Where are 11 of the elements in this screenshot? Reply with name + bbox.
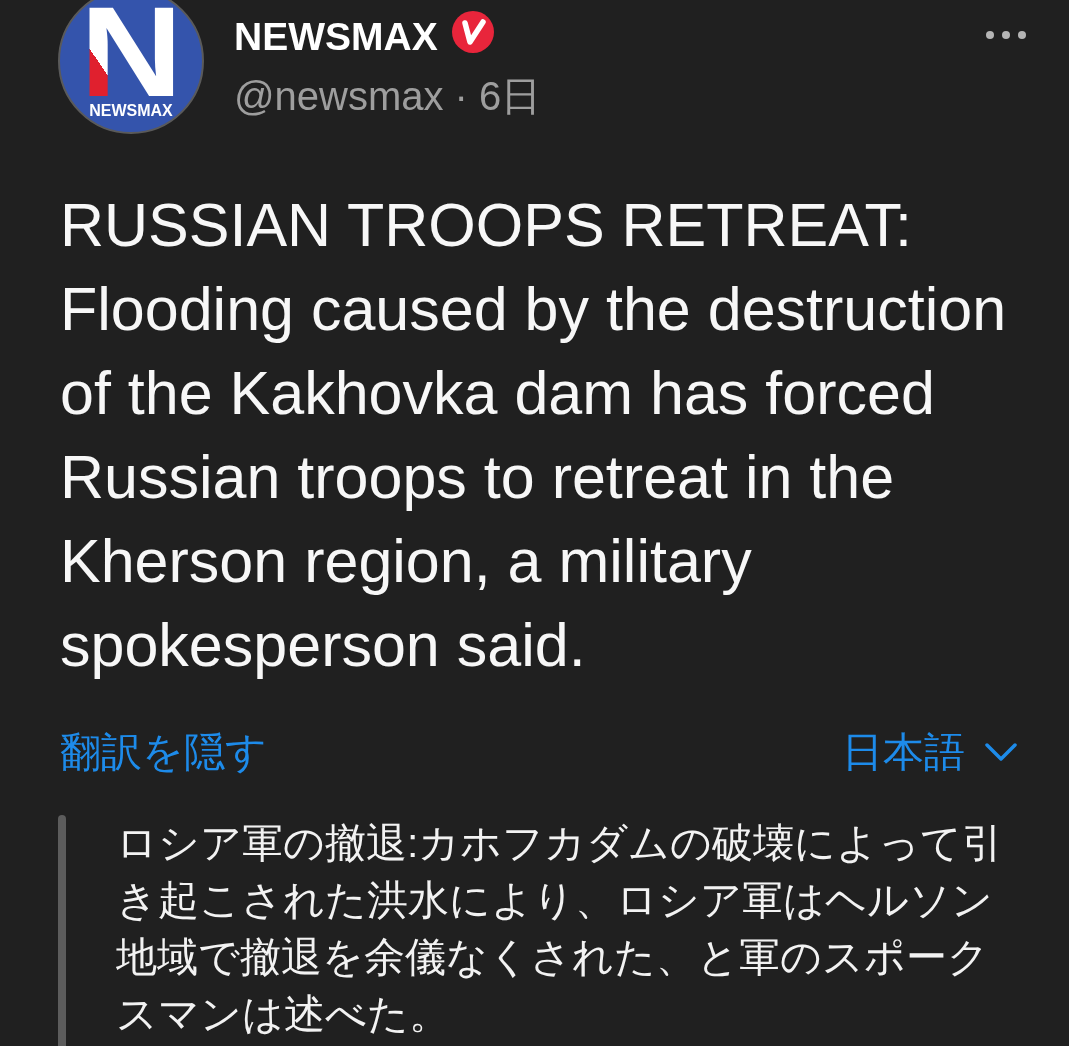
more-options-icon[interactable] — [986, 31, 1026, 39]
translated-text: ロシア軍の撤退:カホフカダムの破壊によって引き起こされた洪水により、ロシア軍はヘルソン地域で撤退を余儀なくされた、と軍のスポークスマンは述べた。 — [116, 819, 1005, 1039]
account-handle: @newsmax — [234, 73, 444, 120]
language-dropdown[interactable]: 日本語 — [842, 727, 1017, 777]
account-name[interactable]: NEWSMAX — [234, 13, 438, 61]
post-text: RUSSIAN TROOPS RETREAT: Flooding caused by the destruction of the Kakhovka dam has forced Russian troops to retreat in the Kherson region, a military spokesperson said. — [59, 190, 1008, 681]
logo-wordmark: NEWSMAX — [89, 103, 173, 119]
separator-dot: · — [454, 73, 468, 120]
chevron-down-icon — [985, 743, 1017, 761]
hide-translation-link[interactable]: 翻訳を隠す — [60, 727, 267, 777]
post-time: 6日 — [478, 73, 542, 120]
